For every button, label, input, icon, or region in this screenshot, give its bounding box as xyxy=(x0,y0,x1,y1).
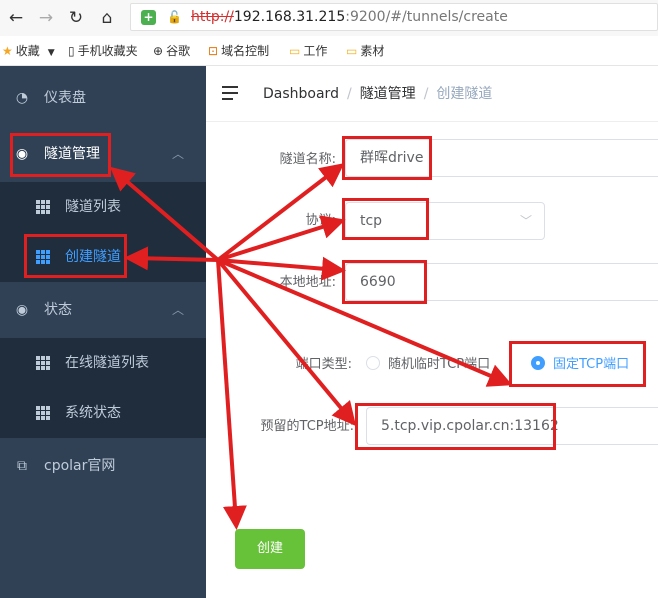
annotation-arrow xyxy=(217,258,513,387)
annotation-arrow xyxy=(216,259,247,530)
annotation-arrow xyxy=(109,166,220,262)
annotation-arrow xyxy=(216,163,345,262)
annotation-arrow xyxy=(216,258,357,427)
annotation-arrow xyxy=(217,215,346,262)
annotation-arrows xyxy=(109,163,513,530)
annotation-arrow xyxy=(124,246,219,271)
